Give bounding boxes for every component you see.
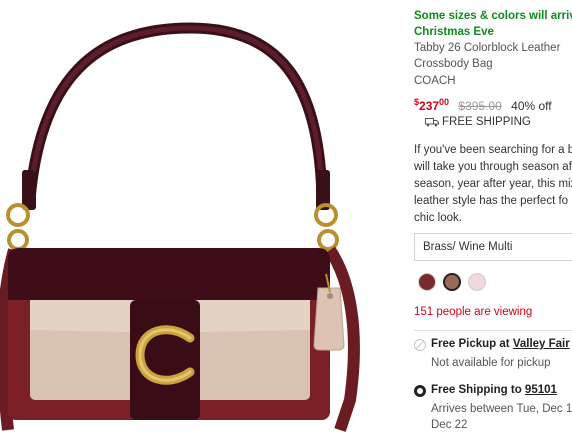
truck-icon bbox=[425, 118, 439, 127]
brand-name[interactable]: COACH bbox=[414, 73, 456, 89]
promo-message-line2: Christmas Eve bbox=[414, 26, 494, 38]
product-name-line2[interactable]: Crossbody Bag bbox=[414, 56, 493, 72]
shipping-title: Free Shipping to 95101 bbox=[431, 384, 557, 396]
pickup-title: Free Pickup at Valley Fair bbox=[431, 338, 570, 350]
product-name-line1[interactable]: Tabby 26 Colorblock Leather bbox=[414, 40, 560, 56]
product-image[interactable] bbox=[0, 0, 405, 436]
swatch-chalk[interactable] bbox=[468, 273, 486, 291]
swatch-taupe-selected[interactable] bbox=[443, 273, 461, 291]
divider bbox=[414, 330, 572, 331]
shipping-zip-link[interactable]: 95101 bbox=[525, 384, 557, 396]
free-shipping-label: FREE SHIPPING bbox=[425, 116, 531, 128]
price-row: $23700 $395.00 40% off bbox=[414, 97, 552, 113]
pickup-store-link[interactable]: Valley Fair bbox=[513, 338, 570, 350]
promo-message-line1: Some sizes & colors will arrive bbox=[414, 10, 572, 22]
pickup-radio-disabled bbox=[414, 339, 426, 351]
arrival-line2: Dec 22 bbox=[431, 419, 468, 431]
swatch-wine[interactable] bbox=[418, 273, 436, 291]
product-description: If you've been searching for a b will ta… bbox=[414, 144, 572, 224]
sale-price: $23700 bbox=[414, 97, 450, 113]
arrival-line1: Arrives between Tue, Dec 1 bbox=[431, 403, 572, 415]
original-price: $395.00 bbox=[458, 99, 502, 113]
bag-illustration bbox=[0, 22, 360, 432]
discount-percent: 40% off bbox=[511, 99, 552, 113]
color-select[interactable]: Brass/ Wine Multi bbox=[414, 233, 572, 261]
viewing-count: 151 people are viewing bbox=[414, 306, 533, 318]
disabled-slash-icon bbox=[415, 340, 425, 350]
product-info-panel: Some sizes & colors will arrive Christma… bbox=[414, 0, 572, 436]
pickup-status: Not available for pickup bbox=[431, 357, 551, 369]
shipping-radio-selected[interactable] bbox=[414, 385, 426, 397]
